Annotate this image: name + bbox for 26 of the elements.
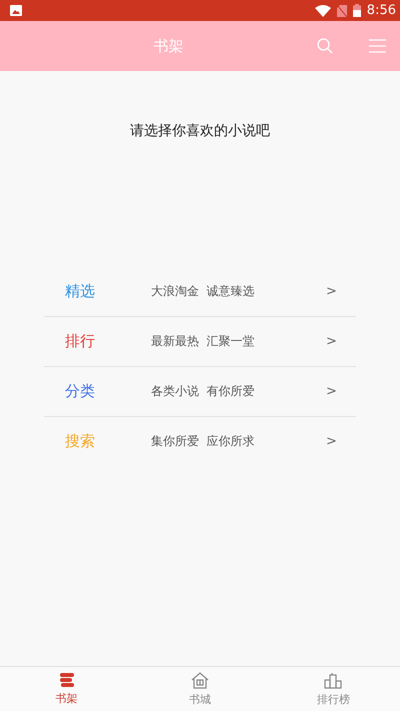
books-icon [58,672,75,688]
menu-label[interactable]: 排行 [44,332,151,351]
nav-tab[interactable]: 书架 [56,691,78,706]
battery-icon [352,4,361,17]
wifi-icon [314,4,331,16]
menu-description: 大浪淘金 诚意臻选 [151,283,256,300]
clock-time: 8:56 [366,3,396,18]
chevron-icon[interactable]: > [326,434,356,449]
prompt-text: 请选择你喜欢的小说吧 [130,122,270,140]
search-icon[interactable] [317,38,333,54]
menu-description: 集你所爱 应你所求 [151,433,256,450]
menu-label[interactable]: 精选 [44,282,151,301]
chevron-icon[interactable]: > [326,284,356,299]
chevron-icon[interactable]: > [326,334,356,349]
header-title: 书架 [154,36,184,56]
chevron-icon[interactable]: > [326,384,356,399]
house-icon [190,672,209,688]
nav-tab[interactable]: 书城 [188,692,211,706]
menu-label[interactable]: 分类 [44,382,151,401]
buildings-icon [324,672,342,688]
menu-description: 最新最热 汇聚一堂 [151,333,256,350]
menu-icon[interactable] [369,39,386,53]
image-icon [10,5,22,16]
menu-description: 各类小说 有你所爱 [151,383,256,400]
no-sim-icon [336,4,347,16]
nav-tab[interactable]: 排行榜 [316,692,350,706]
